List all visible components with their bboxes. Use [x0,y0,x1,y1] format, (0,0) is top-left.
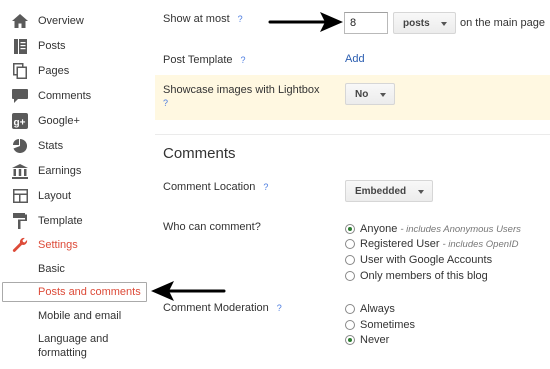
sidebar: Overview Posts Pages Comments g+ Google+… [0,0,152,369]
wrench-icon [12,237,28,253]
sidebar-item-label: Settings [38,239,78,251]
sidebar-item-label: Pages [38,65,70,77]
sidebar-item-stats[interactable]: Stats [0,135,152,157]
settings-sub-language-line-1[interactable]: Language and [38,332,108,346]
svg-text:g+: g+ [14,118,26,129]
comments-icon [12,88,28,104]
sidebar-item-earnings[interactable]: Earnings [0,160,152,182]
comment-location-dropdown[interactable]: Embedded [345,180,433,202]
option-label: Anyone [360,223,398,235]
who-option-anyone[interactable]: Anyone - includes Anonymous Users [345,223,521,235]
pages-icon [12,63,28,79]
home-icon [12,13,28,29]
sidebar-item-pages[interactable]: Pages [0,60,152,82]
annotation-arrow-left-icon [151,281,226,301]
lightbox-dropdown[interactable]: No [345,83,395,105]
sidebar-item-label: Template [38,215,83,227]
sidebar-item-label: Comments [38,90,92,102]
option-hint: - includes Anonymous Users [400,223,521,235]
stats-icon [12,138,28,154]
sidebar-item-google-plus[interactable]: g+ Google+ [0,110,152,132]
lightbox-value: No [355,88,369,100]
option-label: Registered User [360,238,440,250]
settings-sub-mobile-and-email[interactable]: Mobile and email [38,309,121,323]
chevron-down-icon [418,190,424,194]
chevron-down-icon [441,22,447,26]
radio-button[interactable] [345,320,355,330]
google-plus-icon: g+ [12,113,28,129]
who-can-comment-label: Who can comment? [163,221,261,233]
option-label: Always [360,303,395,315]
sidebar-item-overview[interactable]: Overview [0,10,152,32]
show-at-most-row: Show at most? [163,13,243,25]
sidebar-item-label: Posts [38,40,66,52]
option-label: Sometimes [360,319,416,331]
help-icon[interactable]: ? [263,182,268,192]
post-template-row: Post Template? [163,54,246,66]
sidebar-item-comments[interactable]: Comments [0,85,152,107]
lightbox-label: Showcase images with Lightbox [163,84,320,96]
radio-button[interactable] [345,271,355,281]
radio-button[interactable] [345,224,355,234]
settings-sub-posts-and-comments[interactable]: Posts and comments [2,282,147,302]
post-template-label: Post Template [163,54,233,66]
radio-button[interactable] [345,304,355,314]
lightbox-row: Showcase images with Lightbox ? [163,84,320,108]
comment-location-value: Embedded [355,185,407,197]
settings-sub-basic[interactable]: Basic [38,262,65,276]
sidebar-item-settings[interactable]: Settings [0,234,152,256]
annotation-arrow-right-icon [268,12,343,32]
layout-icon [12,188,28,204]
template-icon [12,213,28,229]
help-icon[interactable]: ? [241,55,246,65]
main-page-suffix: on the main page [460,17,546,29]
option-hint: - includes OpenID [442,238,519,250]
posts-unit-dropdown[interactable]: posts [393,12,456,34]
sidebar-item-label: Google+ [38,115,80,127]
posts-icon [12,38,28,54]
section-divider [155,134,550,135]
sidebar-item-label: Earnings [38,165,82,177]
comments-section-title: Comments [163,145,236,162]
sidebar-item-label: Stats [38,140,64,152]
option-label: Only members of this blog [360,270,488,282]
radio-button[interactable] [345,239,355,249]
sidebar-item-layout[interactable]: Layout [0,185,152,207]
post-template-add-link[interactable]: Add [345,53,365,65]
main-panel: Show at most? 8 posts on the main page P… [152,0,550,369]
posts-unit-label: posts [403,17,430,29]
who-option-blog-members[interactable]: Only members of this blog [345,270,488,282]
posts-count-input[interactable]: 8 [344,12,388,34]
radio-button[interactable] [345,255,355,265]
sidebar-item-label: Overview [38,15,84,27]
option-label: User with Google Accounts [360,254,493,266]
show-at-most-label: Show at most [163,13,230,25]
moderation-option-always[interactable]: Always [345,303,395,315]
help-icon[interactable]: ? [277,303,282,313]
sidebar-item-label: Layout [38,190,72,202]
comment-location-row: Comment Location? [163,181,268,193]
moderation-option-sometimes[interactable]: Sometimes [345,319,415,331]
who-option-registered-user[interactable]: Registered User - includes OpenID [345,238,519,250]
radio-button[interactable] [345,335,355,345]
sidebar-item-template[interactable]: Template [0,210,152,232]
help-icon[interactable]: ? [238,14,243,24]
sidebar-item-posts[interactable]: Posts [0,35,152,57]
who-option-google-accounts[interactable]: User with Google Accounts [345,254,492,266]
option-label: Never [360,334,390,346]
earnings-icon [12,163,28,179]
moderation-option-never[interactable]: Never [345,334,389,346]
chevron-down-icon [380,93,386,97]
settings-sub-label: Posts and comments [38,286,141,298]
comment-location-label: Comment Location [163,181,256,193]
settings-sub-language-line-2[interactable]: formatting [38,346,87,360]
help-icon[interactable]: ? [163,98,320,108]
